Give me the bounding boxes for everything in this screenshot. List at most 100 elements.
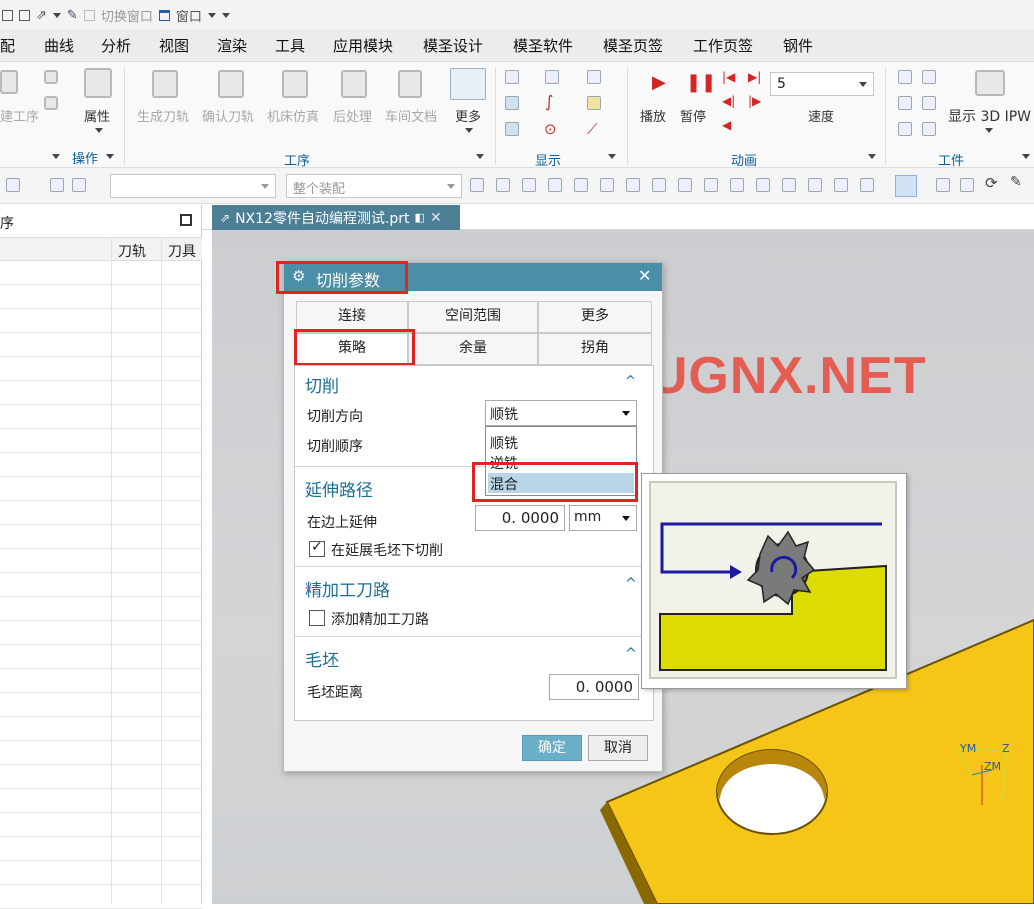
table-row[interactable]	[0, 837, 202, 861]
snap-icon[interactable]	[626, 178, 640, 192]
close-icon[interactable]: ✕	[430, 210, 442, 226]
tab-more[interactable]: 更多	[538, 301, 652, 333]
table-row[interactable]	[0, 501, 202, 525]
machine-sim-icon[interactable]	[282, 70, 308, 98]
previous-icon[interactable]: ◀	[722, 118, 731, 132]
line-icon[interactable]: ⟋	[587, 120, 598, 138]
column-header-path[interactable]: 刀轨	[118, 241, 146, 261]
play-icon[interactable]: ▶	[652, 72, 666, 93]
chevron-down-icon[interactable]	[221, 12, 230, 18]
chevron-down-icon[interactable]	[106, 154, 114, 159]
table-row[interactable]	[0, 789, 202, 813]
new-process-icon[interactable]	[0, 70, 18, 94]
play-button[interactable]: 播放	[640, 106, 666, 125]
finish-section-header[interactable]: 精加工刀路	[305, 576, 390, 601]
table-row[interactable]	[0, 525, 202, 549]
snap-icon[interactable]	[600, 178, 614, 192]
tab-stock[interactable]: 余量	[408, 333, 538, 365]
menu-item[interactable]: 应用模块	[333, 35, 393, 56]
table-row[interactable]	[0, 381, 202, 405]
collapse-icon[interactable]: ^	[625, 576, 637, 592]
chevron-down-icon[interactable]	[95, 128, 103, 133]
view-icon[interactable]	[960, 178, 974, 192]
more-button[interactable]: 更多	[455, 106, 481, 125]
table-row[interactable]	[0, 285, 202, 309]
brush-icon[interactable]: ✎	[1010, 174, 1022, 190]
table-row[interactable]	[0, 861, 202, 885]
snap-icon[interactable]	[470, 178, 484, 192]
shop-doc-icon[interactable]	[398, 70, 422, 98]
cut-under-blank-checkbox[interactable]: ✓	[309, 539, 325, 557]
menu-item[interactable]: 模圣软件	[513, 35, 573, 56]
menu-item[interactable]: 模圣页签	[603, 35, 663, 56]
menu-item[interactable]: 分析	[101, 35, 131, 56]
machine-sim-button[interactable]: 机床仿真	[267, 106, 319, 125]
workpiece-tool-icon[interactable]	[922, 122, 936, 136]
table-row[interactable]	[0, 405, 202, 429]
option-climb[interactable]: 顺铣	[490, 433, 518, 453]
blank-section-header[interactable]: 毛坯	[305, 646, 339, 671]
cut-section-header[interactable]: 切削	[305, 372, 339, 397]
menu-item[interactable]: 配	[0, 35, 15, 56]
blank-distance-input[interactable]: 0. 0000	[549, 674, 639, 700]
table-row[interactable]	[0, 477, 202, 501]
display-tool-icon[interactable]	[505, 96, 519, 110]
workpiece-tool-icon[interactable]	[898, 122, 912, 136]
display-tool-icon[interactable]	[587, 70, 601, 84]
display-tool-icon[interactable]	[505, 122, 519, 136]
table-row[interactable]	[0, 693, 202, 717]
snap-icon[interactable]	[704, 178, 718, 192]
table-row[interactable]	[0, 717, 202, 741]
extend-section-header[interactable]: 延伸路径	[305, 476, 373, 501]
view-icon[interactable]	[936, 178, 950, 192]
snap-icon[interactable]	[574, 178, 588, 192]
rewind-icon[interactable]: ◀|	[722, 94, 735, 108]
workpiece-tool-icon[interactable]	[922, 70, 936, 84]
chevron-down-icon[interactable]	[52, 12, 61, 18]
window-menu-button[interactable]: 窗口	[176, 6, 202, 25]
speed-select[interactable]: 5	[770, 72, 874, 96]
snap-icon[interactable]	[548, 178, 562, 192]
workpiece-tool-icon[interactable]	[898, 70, 912, 84]
table-row[interactable]	[0, 573, 202, 597]
type-filter-select[interactable]	[110, 174, 276, 198]
snap-icon[interactable]	[522, 178, 536, 192]
tab-space-range[interactable]: 空间范围	[408, 301, 538, 333]
workpiece-tool-icon[interactable]	[898, 96, 912, 110]
table-row[interactable]	[0, 357, 202, 381]
brush-icon[interactable]: ✎	[67, 8, 78, 23]
properties-button[interactable]: 属性	[84, 106, 110, 125]
filter-icon[interactable]	[6, 178, 20, 192]
confirm-path-button[interactable]: 确认刀轨	[202, 106, 254, 125]
cut-direction-select[interactable]: 顺铣	[485, 400, 637, 426]
assembly-scope-select[interactable]: 整个装配	[286, 174, 462, 198]
menu-item[interactable]: 工作页签	[693, 35, 753, 56]
fast-forward-icon[interactable]: |▶	[748, 94, 761, 108]
display-tool-icon[interactable]	[545, 70, 559, 84]
snap-icon[interactable]	[730, 178, 744, 192]
close-icon[interactable]: ✕	[638, 266, 651, 285]
snap-icon[interactable]	[860, 178, 874, 192]
table-row[interactable]	[0, 333, 202, 357]
table-row[interactable]	[0, 813, 202, 837]
table-row[interactable]	[0, 669, 202, 693]
extend-unit-select[interactable]: mm	[569, 505, 637, 531]
pointer-icon[interactable]: ⇗	[36, 8, 47, 23]
filter-icon[interactable]	[50, 178, 64, 192]
switch-window-button[interactable]: 切换窗口	[101, 6, 153, 25]
table-row[interactable]	[0, 429, 202, 453]
workpiece-tool-icon[interactable]	[922, 96, 936, 110]
display-tool-icon[interactable]	[587, 96, 601, 110]
chevron-down-icon[interactable]	[207, 12, 216, 18]
cube-shaded-icon[interactable]	[895, 175, 917, 197]
table-row[interactable]	[0, 453, 202, 477]
table-row[interactable]	[0, 765, 202, 789]
menu-item[interactable]: 工具	[275, 35, 305, 56]
table-row[interactable]	[0, 597, 202, 621]
cancel-button[interactable]: 取消	[588, 735, 648, 761]
snap-icon[interactable]	[652, 178, 666, 192]
chevron-down-icon[interactable]	[52, 154, 60, 159]
chevron-down-icon[interactable]	[868, 154, 876, 159]
snap-icon[interactable]	[808, 178, 822, 192]
more-icon[interactable]	[450, 68, 486, 100]
